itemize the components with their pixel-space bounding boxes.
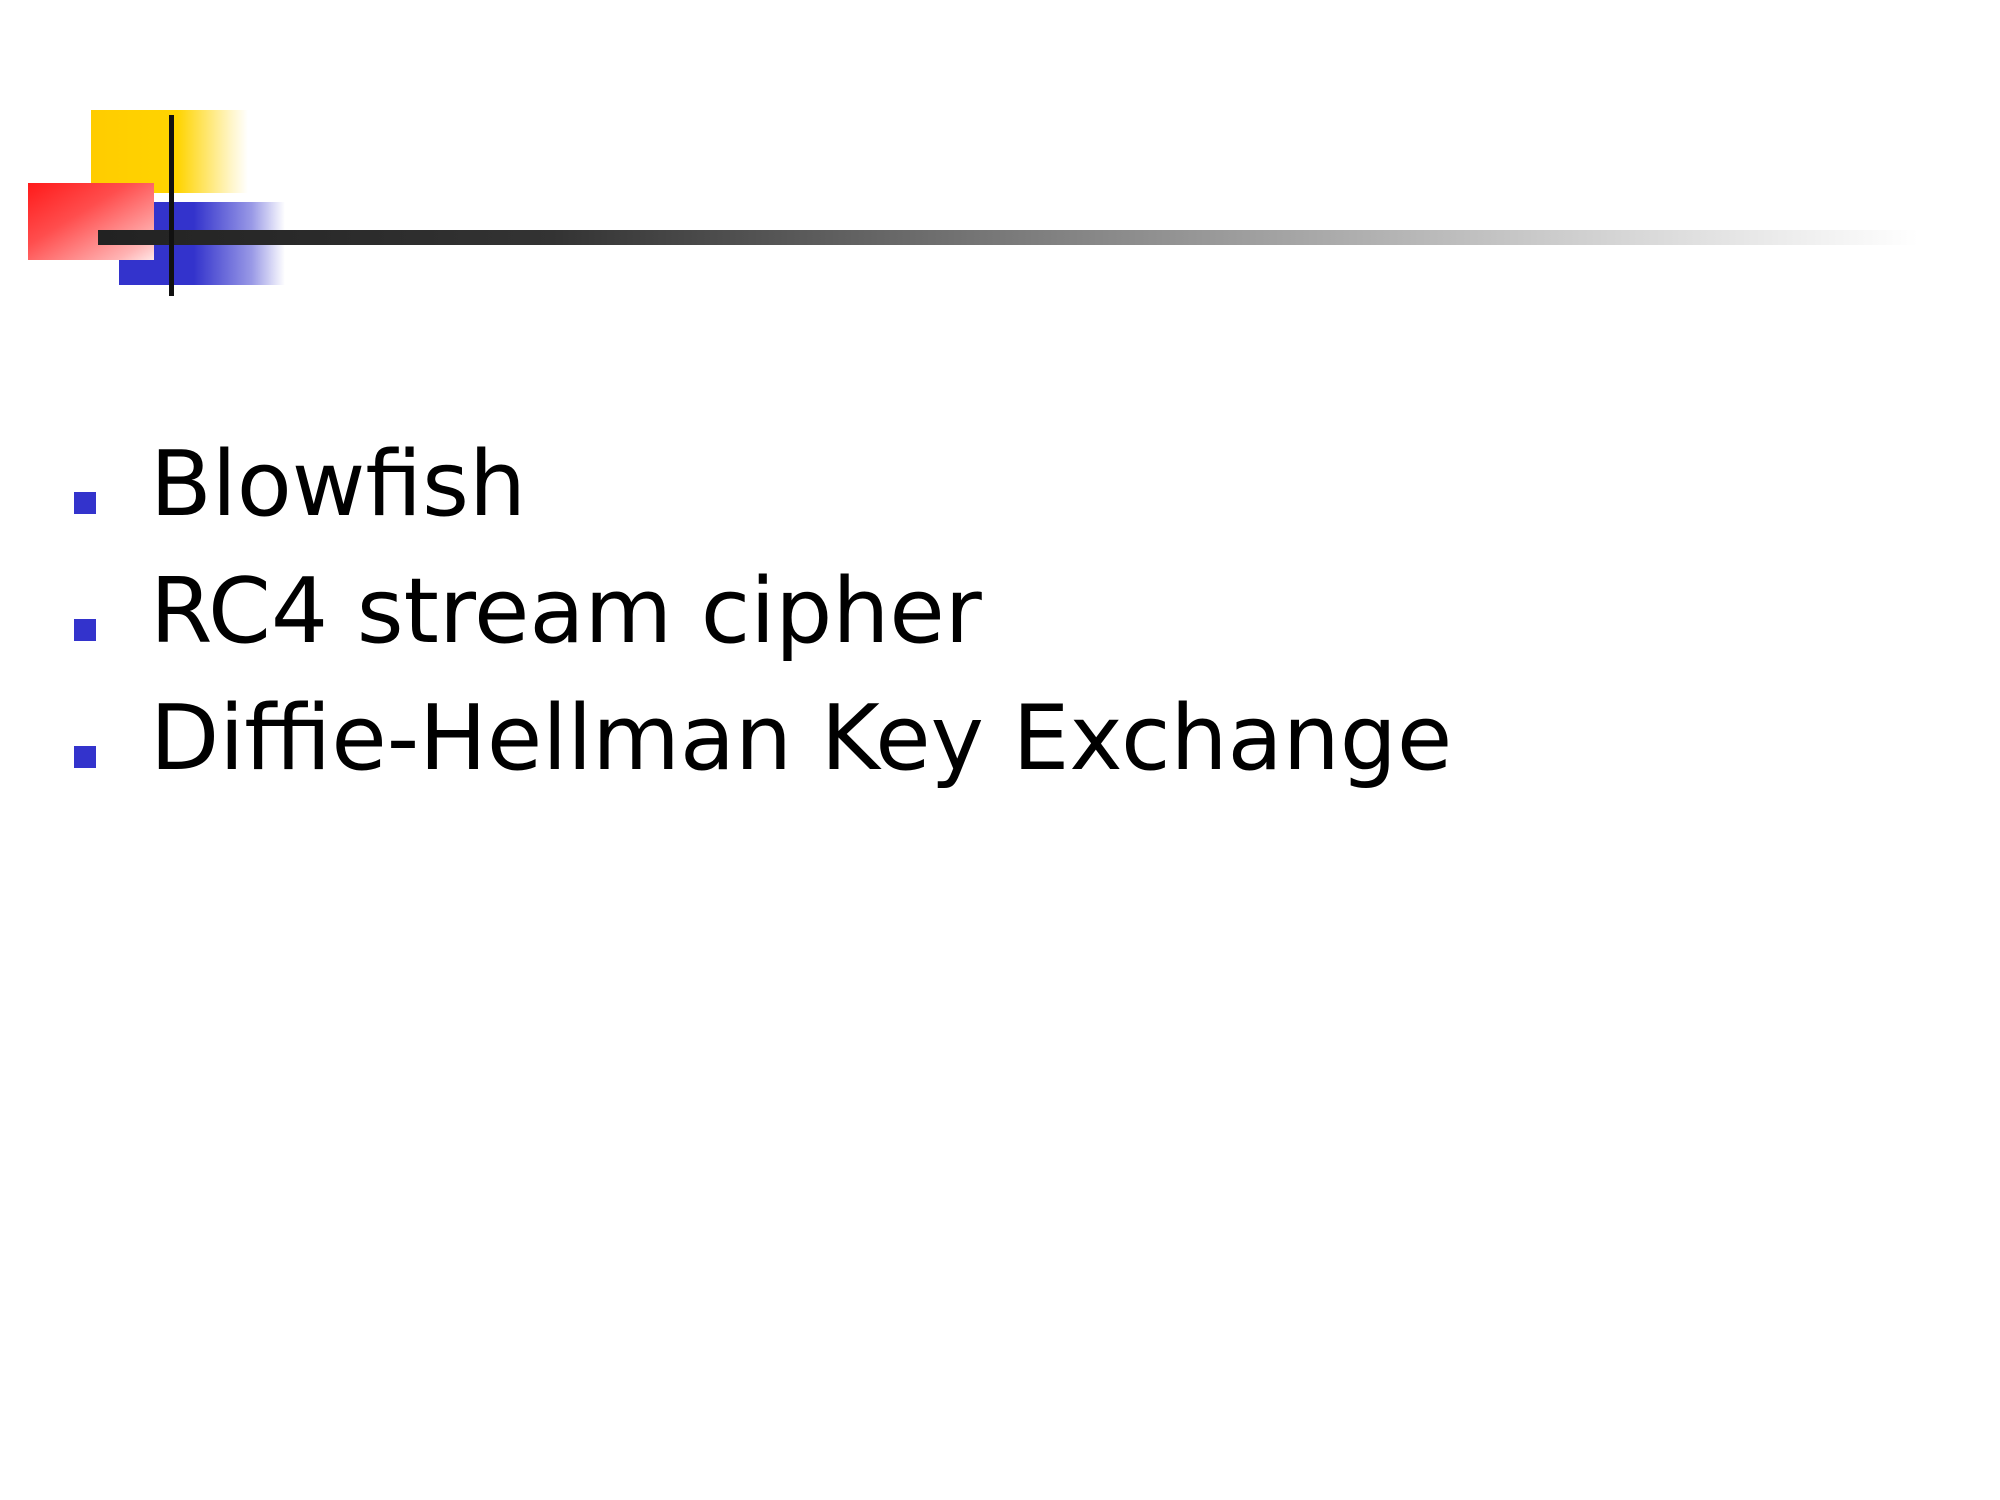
square-bullet-icon [74,746,96,768]
bullet-text: Diffie-Hellman Key Exchange [150,686,1453,791]
bullet-text: RC4 stream cipher [150,559,982,664]
square-bullet-icon [74,619,96,641]
slide: Blowfish RC4 stream cipher Diffie-Hellma… [0,0,2000,1500]
bullet-text: Blowfish [150,432,527,537]
decorative-horizontal-rule [98,230,1918,245]
decorative-red-square [28,183,154,260]
square-bullet-icon [74,492,96,514]
decorative-vertical-rule [169,115,174,296]
